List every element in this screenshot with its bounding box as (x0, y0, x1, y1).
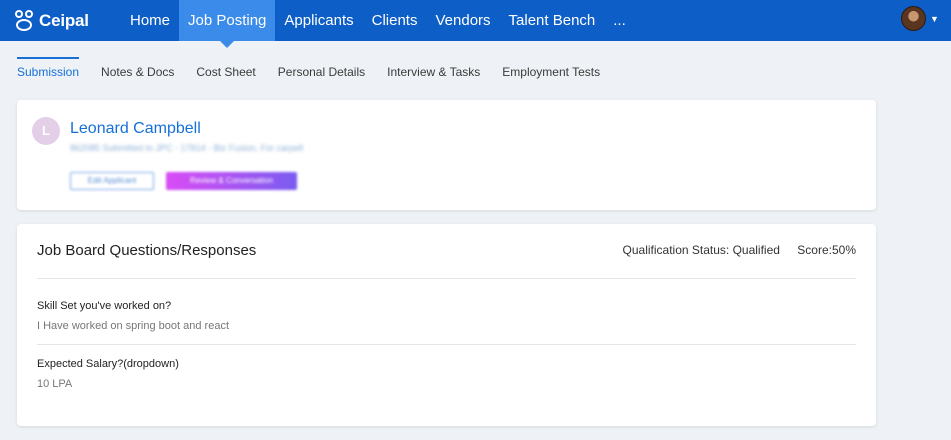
avatar[interactable] (901, 6, 926, 31)
job-board-title: Job Board Questions/Responses (37, 242, 257, 259)
question-answer: 10 LPA (37, 378, 73, 390)
question-answer: I Have worked on spring boot and react (37, 320, 230, 332)
tab-interview-tasks[interactable]: Interview & Tasks (387, 57, 480, 87)
qualification-status: Qualification Status: Qualified (622, 243, 780, 257)
submission-tabs: Submission Notes & Docs Cost Sheet Perso… (17, 57, 622, 87)
review-conversation-button[interactable]: Review & Conversation (166, 172, 297, 190)
question-label: Skill Set you've worked on? (37, 300, 172, 312)
tab-employment-tests[interactable]: Employment Tests (502, 57, 600, 87)
question-label: Expected Salary?(dropdown) (37, 358, 179, 370)
nav-job-posting[interactable]: Job Posting (179, 0, 276, 48)
logo-text: Ceipal (39, 11, 89, 30)
job-board-card: Job Board Questions/Responses Qualificat… (17, 224, 876, 426)
main-nav: Home Job Posting Applicants Clients Vend… (121, 0, 635, 48)
candidate-submission-info[interactable]: 862085 Submitted to JPC - 17814 - Biz Fu… (70, 143, 303, 153)
nav-more[interactable]: ... (604, 0, 635, 41)
candidate-initial-avatar: L (32, 117, 60, 145)
nav-vendors[interactable]: Vendors (426, 0, 499, 41)
candidate-name-link[interactable]: Leonard Campbell (70, 120, 201, 138)
top-nav-bar: Ceipal Home Job Posting Applicants Clien… (0, 0, 951, 48)
question-divider (37, 344, 856, 345)
logo-mark-icon (14, 10, 36, 32)
score-value: Score:50% (797, 243, 856, 257)
nav-talent-bench[interactable]: Talent Bench (500, 0, 605, 41)
tab-submission[interactable]: Submission (17, 57, 80, 87)
nav-home[interactable]: Home (121, 0, 179, 41)
nav-clients[interactable]: Clients (363, 0, 427, 41)
qualification-summary: Qualification Status: Qualified Score:50… (623, 243, 856, 257)
user-menu[interactable]: ▼ (901, 6, 939, 31)
tab-personal-details[interactable]: Personal Details (278, 57, 365, 87)
nav-applicants[interactable]: Applicants (275, 0, 362, 41)
ceipal-logo[interactable]: Ceipal (14, 9, 89, 33)
tab-notes-docs[interactable]: Notes & Docs (101, 57, 174, 87)
edit-applicant-button[interactable]: Edit Applicant (70, 172, 154, 190)
header-divider (37, 278, 856, 279)
candidate-card: L Leonard Campbell 862085 Submitted to J… (17, 100, 876, 210)
chevron-down-icon[interactable]: ▼ (930, 14, 939, 24)
tab-cost-sheet[interactable]: Cost Sheet (196, 57, 255, 87)
